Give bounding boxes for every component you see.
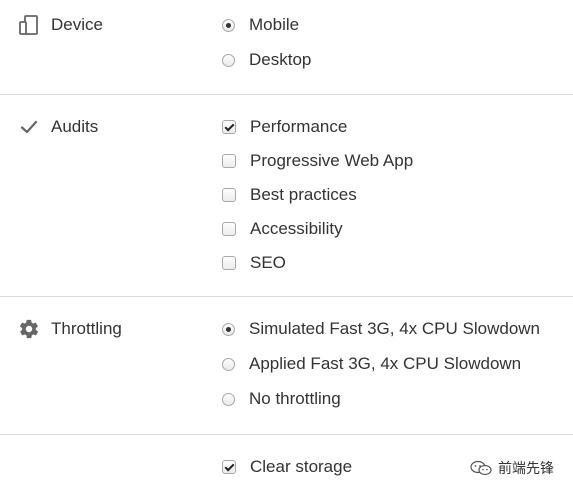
audit-option-best-practices[interactable]: Best practices [222,183,357,207]
seo-label: SEO [250,253,286,272]
accessibility-label: Accessibility [250,219,343,238]
device-icon [18,14,40,36]
clear-storage-checkbox[interactable] [222,460,236,474]
storage-option-clear[interactable]: Clear storage [222,455,352,479]
checkmark-icon [18,116,40,138]
performance-checkbox[interactable] [222,120,236,134]
no-throttling-label: No throttling [249,389,341,408]
pwa-checkbox[interactable] [222,154,236,168]
best-practices-label: Best practices [250,185,357,204]
applied-radio[interactable] [222,357,235,371]
wechat-icon [470,460,492,476]
watermark-text: 前端先锋 [498,460,554,476]
pwa-label: Progressive Web App [250,151,414,170]
simulated-radio[interactable] [222,322,235,336]
applied-label: Applied Fast 3G, 4x CPU Slowdown [249,354,522,373]
device-section-title: Device [51,15,103,34]
mobile-radio[interactable] [222,18,235,32]
audits-section-title: Audits [51,117,99,136]
simulated-label: Simulated Fast 3G, 4x CPU Slowdown [249,319,541,338]
desktop-radio[interactable] [222,53,235,67]
accessibility-checkbox[interactable] [222,222,236,236]
watermark: 前端先锋 [470,456,554,480]
clear-storage-label: Clear storage [250,457,353,476]
audit-option-accessibility[interactable]: Accessibility [222,217,343,241]
best-practices-checkbox[interactable] [222,188,236,202]
throttling-option-none[interactable]: No throttling [222,387,341,411]
seo-checkbox[interactable] [222,256,236,270]
device-option-desktop[interactable]: Desktop [222,48,311,72]
device-option-mobile[interactable]: Mobile [222,13,299,37]
divider [0,434,573,435]
throttling-option-simulated[interactable]: Simulated Fast 3G, 4x CPU Slowdown [222,317,540,341]
throttling-section-title: Throttling [51,319,122,338]
performance-label: Performance [250,117,348,136]
gear-icon [18,318,40,340]
no-throttling-radio[interactable] [222,392,235,406]
mobile-label: Mobile [249,15,300,34]
desktop-label: Desktop [249,50,312,69]
audit-option-pwa[interactable]: Progressive Web App [222,149,413,173]
audit-option-performance[interactable]: Performance [222,115,347,139]
throttling-option-applied[interactable]: Applied Fast 3G, 4x CPU Slowdown [222,352,521,376]
divider [0,94,573,95]
audit-option-seo[interactable]: SEO [222,251,286,275]
divider [0,296,573,297]
